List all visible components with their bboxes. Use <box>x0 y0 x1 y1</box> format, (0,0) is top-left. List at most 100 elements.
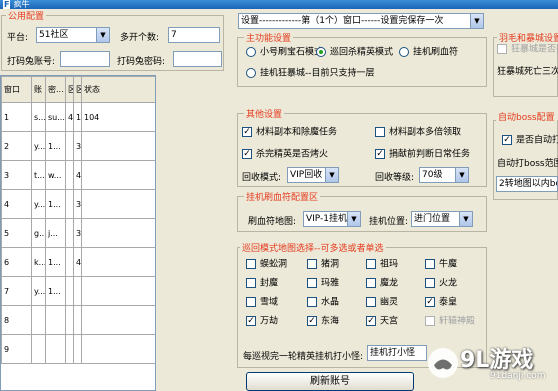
recycle-mode-select[interactable]: VIP回收 ▼ <box>287 167 339 183</box>
checkbox-box[interactable]: ✓ <box>307 316 317 326</box>
column-header[interactable]: 密... <box>45 76 66 103</box>
table-row[interactable]: 3 t... w... 4 <box>1 160 155 190</box>
checkbox-box[interactable]: ✓ <box>425 297 435 307</box>
radio-dot[interactable] <box>316 47 326 57</box>
checkbox-box[interactable]: ✓ <box>242 149 252 159</box>
patrol-map-checkbox[interactable]: 祖玛 <box>366 259 398 271</box>
main-mode-radio[interactable]: 小号刷宝石模式 <box>246 47 323 59</box>
radio-dot[interactable] <box>246 47 256 57</box>
checkbox-box[interactable]: ✓ <box>366 316 376 326</box>
platform-select[interactable]: 51社区 ▼ <box>36 27 110 43</box>
table-row[interactable]: 7 y... 1... <box>1 276 155 306</box>
table-row[interactable]: 9 <box>1 334 155 364</box>
refresh-accounts-button[interactable]: 刷新账号 <box>246 372 414 391</box>
checkbox-box[interactable]: ✓ <box>242 127 252 137</box>
patrol-map-checkbox[interactable]: ✓ 天宫 <box>366 316 398 328</box>
recycle-level-select[interactable]: 70级 ▼ <box>419 167 469 183</box>
patrol-map-checkbox[interactable]: ✓ 泰皇 <box>425 297 457 309</box>
checkbox-box[interactable]: ✓ <box>246 316 256 326</box>
checkbox-box[interactable] <box>307 297 317 307</box>
table-row[interactable]: 4 y... 1... 3 <box>1 189 155 219</box>
patrol-map-checkbox[interactable]: ✓ 万劫 <box>246 316 278 328</box>
checkbox-box[interactable] <box>497 44 507 54</box>
table-row[interactable]: 5 g... j... 3 <box>1 218 155 248</box>
patrol-map-checkbox[interactable]: 封魔 <box>246 278 278 290</box>
radio-dot[interactable] <box>399 47 409 57</box>
boss-title: 自动boss配置 <box>496 110 557 123</box>
checkbox-label: 水晶 <box>321 297 340 308</box>
column-header[interactable]: 账 <box>31 76 46 103</box>
patrol-loop-select[interactable]: 挂机打小怪 <box>367 345 427 361</box>
patrol-map-checkbox[interactable]: 火龙 <box>425 278 457 290</box>
patrol-map-checkbox[interactable]: 水晶 <box>307 297 339 309</box>
table-cell: 3 <box>73 218 82 248</box>
patrol-map-checkbox[interactable]: 玛雅 <box>307 278 339 290</box>
chevron-down-icon[interactable]: ▼ <box>96 28 109 42</box>
multi-count-input[interactable]: 7 <box>168 27 220 43</box>
blood-map-select[interactable]: VIP-1挂机 ▼ <box>303 211 361 227</box>
main-mode-radio[interactable]: 挂机刷血符 <box>399 47 458 59</box>
patrol-map-checkbox[interactable]: 轩辕神殿 <box>425 316 475 328</box>
table-cell <box>81 247 155 277</box>
table-cell: 4 <box>1 189 32 219</box>
multi-count-label: 多开个数: <box>120 33 160 43</box>
main-mode-radio[interactable]: 挂机狂暴城--目前只支持一层 <box>246 68 375 80</box>
window-settings-select[interactable]: 设置-------------第（1个）窗口------设置完保存一次 ▼ <box>238 13 484 29</box>
table-cell: 7 <box>1 276 32 306</box>
patrol-map-checkbox[interactable]: 幽灵 <box>366 297 398 309</box>
app-logo-icon: F <box>3 0 11 9</box>
column-header[interactable]: 区 <box>73 76 82 103</box>
checkbox-box[interactable] <box>425 259 435 269</box>
main-mode-radio[interactable]: 巡回杀精英模式 <box>316 47 393 59</box>
table-cell: g... <box>31 218 46 248</box>
patrol-map-checkbox[interactable]: 猪洞 <box>307 259 339 271</box>
chevron-down-icon[interactable]: ▼ <box>455 168 468 182</box>
checkbox-box[interactable] <box>375 127 385 137</box>
checkbox-box[interactable]: ✓ <box>502 135 512 145</box>
table-cell: 8 <box>1 305 32 335</box>
column-header[interactable]: 窗口 <box>1 76 32 103</box>
other-setting-checkbox[interactable]: ✓ 捐献前判断日常任务 <box>375 149 470 161</box>
checkbox-box[interactable] <box>425 316 435 326</box>
table-row[interactable]: 6 k... 1... 4 <box>1 247 155 277</box>
checkbox-box[interactable] <box>307 259 317 269</box>
patrol-map-checkbox[interactable]: ✓ 东海 <box>307 316 339 328</box>
main-function-group <box>237 37 487 87</box>
chevron-down-icon[interactable]: ▼ <box>470 14 483 28</box>
other-setting-checkbox[interactable]: 材料副本多倍领取 <box>375 127 461 139</box>
chevron-down-icon[interactable]: ▼ <box>347 212 360 226</box>
checkbox-box[interactable] <box>246 259 256 269</box>
checkbox-box[interactable] <box>366 278 376 288</box>
table-row[interactable]: 2 y... 1... 3 <box>1 131 155 161</box>
captcha-account-input[interactable] <box>60 51 110 67</box>
radio-label: 巡回杀精英模式 <box>330 47 394 58</box>
hangup-position-value: 进门位置 <box>414 214 451 224</box>
checkbox-box[interactable] <box>366 259 376 269</box>
hangup-position-select[interactable]: 进门位置 ▼ <box>411 211 473 227</box>
checkbox-box[interactable] <box>246 297 256 307</box>
rage-city-checkbox[interactable]: 狂暴城是否拍 <box>497 44 558 56</box>
boss-range-input[interactable]: 2转地图以内bo <box>496 176 558 192</box>
chevron-down-icon[interactable]: ▼ <box>325 168 338 182</box>
table-row[interactable]: 1 s... su... 4 1 104 <box>1 102 155 132</box>
checkbox-box[interactable] <box>366 297 376 307</box>
column-header[interactable]: 状态 <box>81 76 155 103</box>
checkbox-box[interactable] <box>246 278 256 288</box>
patrol-map-checkbox[interactable]: 雪域 <box>246 297 278 309</box>
other-setting-checkbox[interactable]: ✓ 材料副本和除魔任务 <box>242 127 337 139</box>
patrol-map-checkbox[interactable]: 蜈蚣洞 <box>246 259 287 271</box>
auto-boss-checkbox[interactable]: ✓ 是否自动打 <box>502 135 558 147</box>
column-header[interactable]: 区 <box>65 76 74 103</box>
chevron-down-icon[interactable]: ▼ <box>459 212 472 226</box>
recycle-level-value: 70级 <box>422 170 443 180</box>
table-row[interactable]: 8 <box>1 305 155 335</box>
checkbox-box[interactable]: ✓ <box>375 149 385 159</box>
captcha-password-input[interactable] <box>173 51 222 67</box>
checkbox-box[interactable] <box>307 278 317 288</box>
watermark-url: 91danji.com <box>490 371 546 381</box>
patrol-map-checkbox[interactable]: 牛魔 <box>425 259 457 271</box>
patrol-map-checkbox[interactable]: 魔龙 <box>366 278 398 290</box>
other-setting-checkbox[interactable]: ✓ 杀完精英是否烤火 <box>242 149 328 161</box>
radio-dot[interactable] <box>246 68 256 78</box>
checkbox-box[interactable] <box>425 278 435 288</box>
